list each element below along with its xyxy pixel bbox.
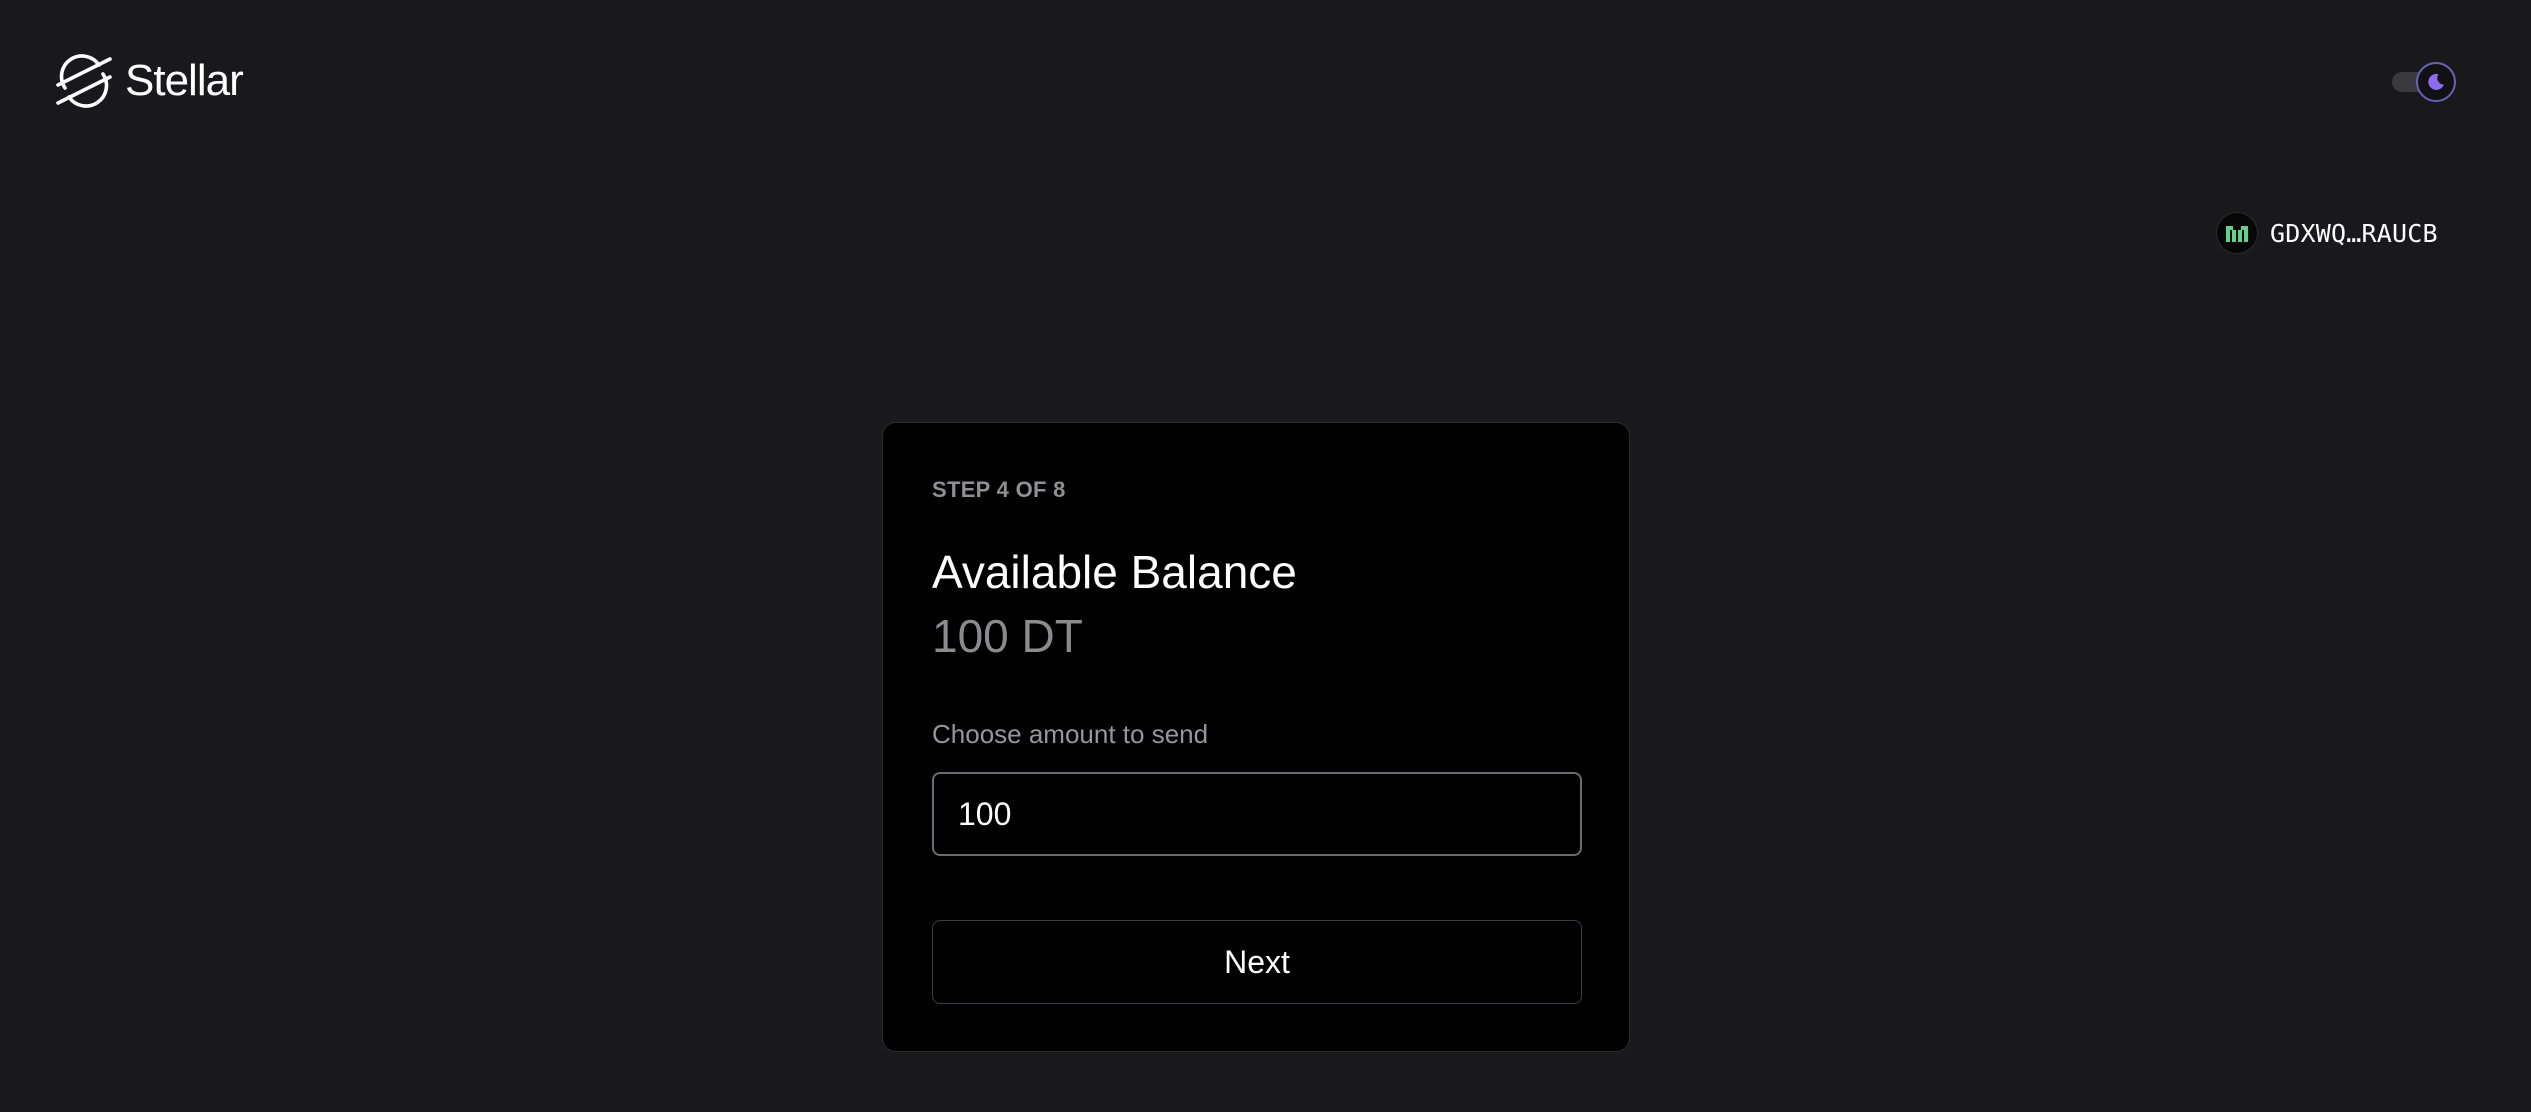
page: Stellar GDXWQ…RAUCB STEP 4 OF 8 Availabl… [0, 0, 2531, 1112]
stellar-logo[interactable]: Stellar [55, 52, 244, 110]
top-bar: Stellar GDXWQ…RAUCB [0, 0, 2531, 254]
account-avatar [2216, 212, 2258, 254]
amount-input[interactable] [932, 772, 1582, 856]
step-indicator: STEP 4 OF 8 [932, 477, 1066, 502]
stellar-logo-icon [56, 54, 112, 108]
amount-label: Choose amount to send [932, 719, 1209, 749]
account-address: GDXWQ…RAUCB [2270, 218, 2438, 248]
toggle-knob [2416, 62, 2456, 102]
send-amount-card: STEP 4 OF 8 Available Balance 100 DT Cho… [882, 422, 1630, 1052]
card-title: Available Balance [932, 546, 1297, 598]
account-button[interactable]: GDXWQ…RAUCB [2216, 211, 2438, 255]
identicon [2226, 226, 2248, 242]
logo-text: Stellar [125, 56, 244, 105]
next-button[interactable]: Next [932, 920, 1582, 1004]
balance-value: 100 DT [932, 610, 1083, 662]
theme-toggle[interactable] [2390, 62, 2456, 102]
moon-icon [2428, 73, 2444, 90]
